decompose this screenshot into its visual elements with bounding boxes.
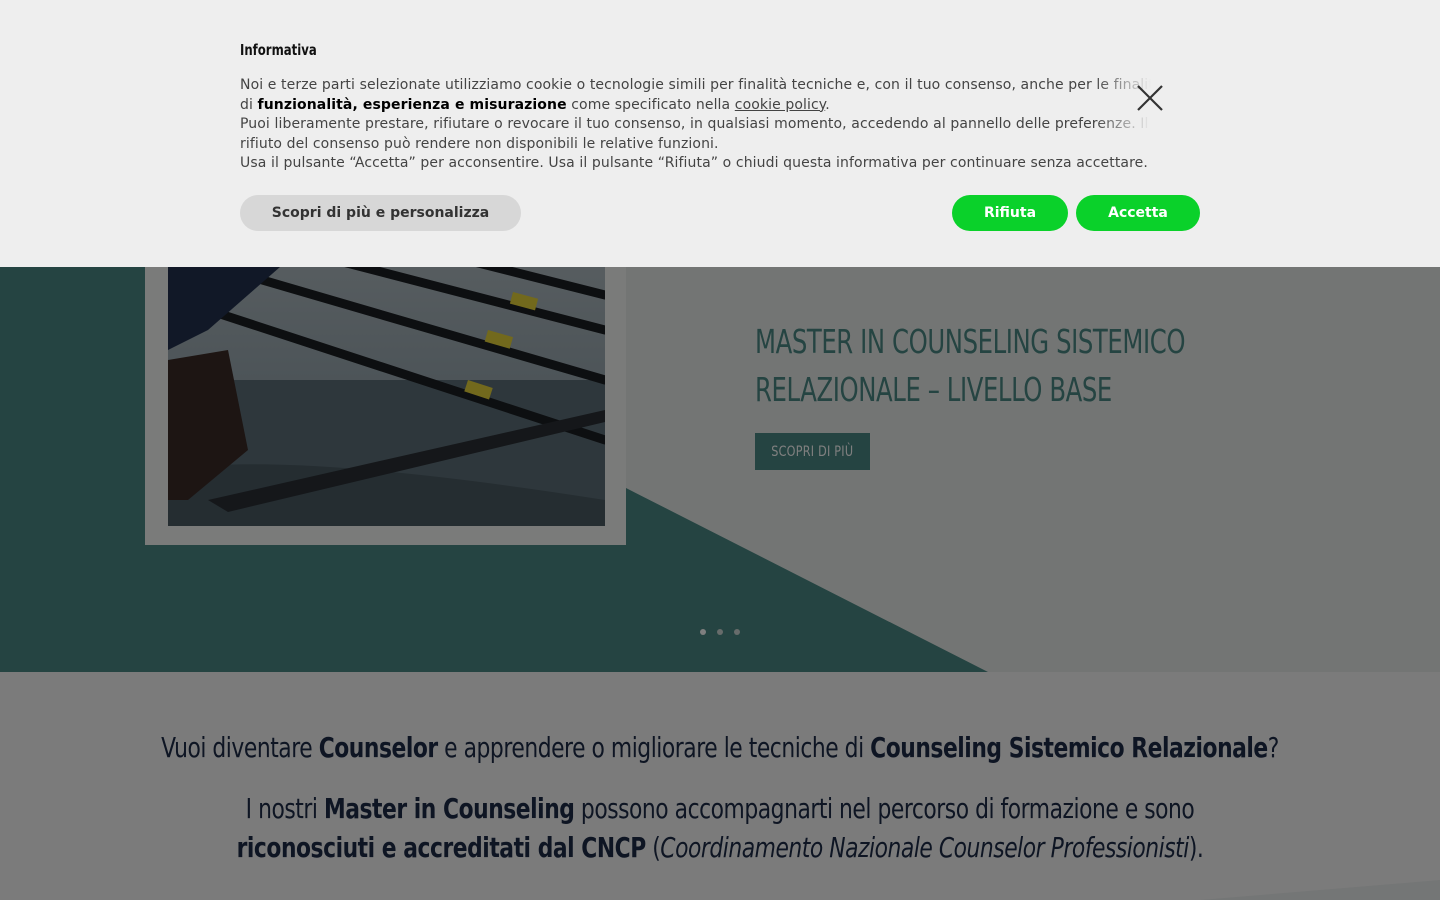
cookie-policy-link[interactable]: cookie policy	[735, 97, 825, 113]
accept-button[interactable]: Accetta	[1076, 195, 1200, 231]
banner-paragraph-3: Usa il pulsante “Accetta” per acconsenti…	[240, 155, 1148, 172]
banner-text: Noi e terze parti selezionate utilizziam…	[240, 76, 1170, 174]
banner-text-3: .	[825, 96, 830, 113]
banner-bold-text: funzionalità, esperienza e misurazione	[257, 96, 567, 113]
banner-paragraph-1: Noi e terze parti selezionate utilizziam…	[240, 76, 1170, 115]
cookie-banner: Informativa Noi e terze parti selezionat…	[0, 0, 1440, 267]
close-icon	[1137, 85, 1163, 111]
banner-text-2: come specificato nella	[566, 96, 735, 113]
learn-more-customize-button[interactable]: Scopri di più e personalizza	[240, 195, 521, 231]
banner-paragraph-2: Puoi liberamente prestare, rifiutare o r…	[240, 116, 1149, 152]
close-button[interactable]	[1130, 78, 1170, 118]
reject-button[interactable]: Rifiuta	[952, 195, 1068, 231]
banner-title: Informativa	[240, 41, 317, 59]
